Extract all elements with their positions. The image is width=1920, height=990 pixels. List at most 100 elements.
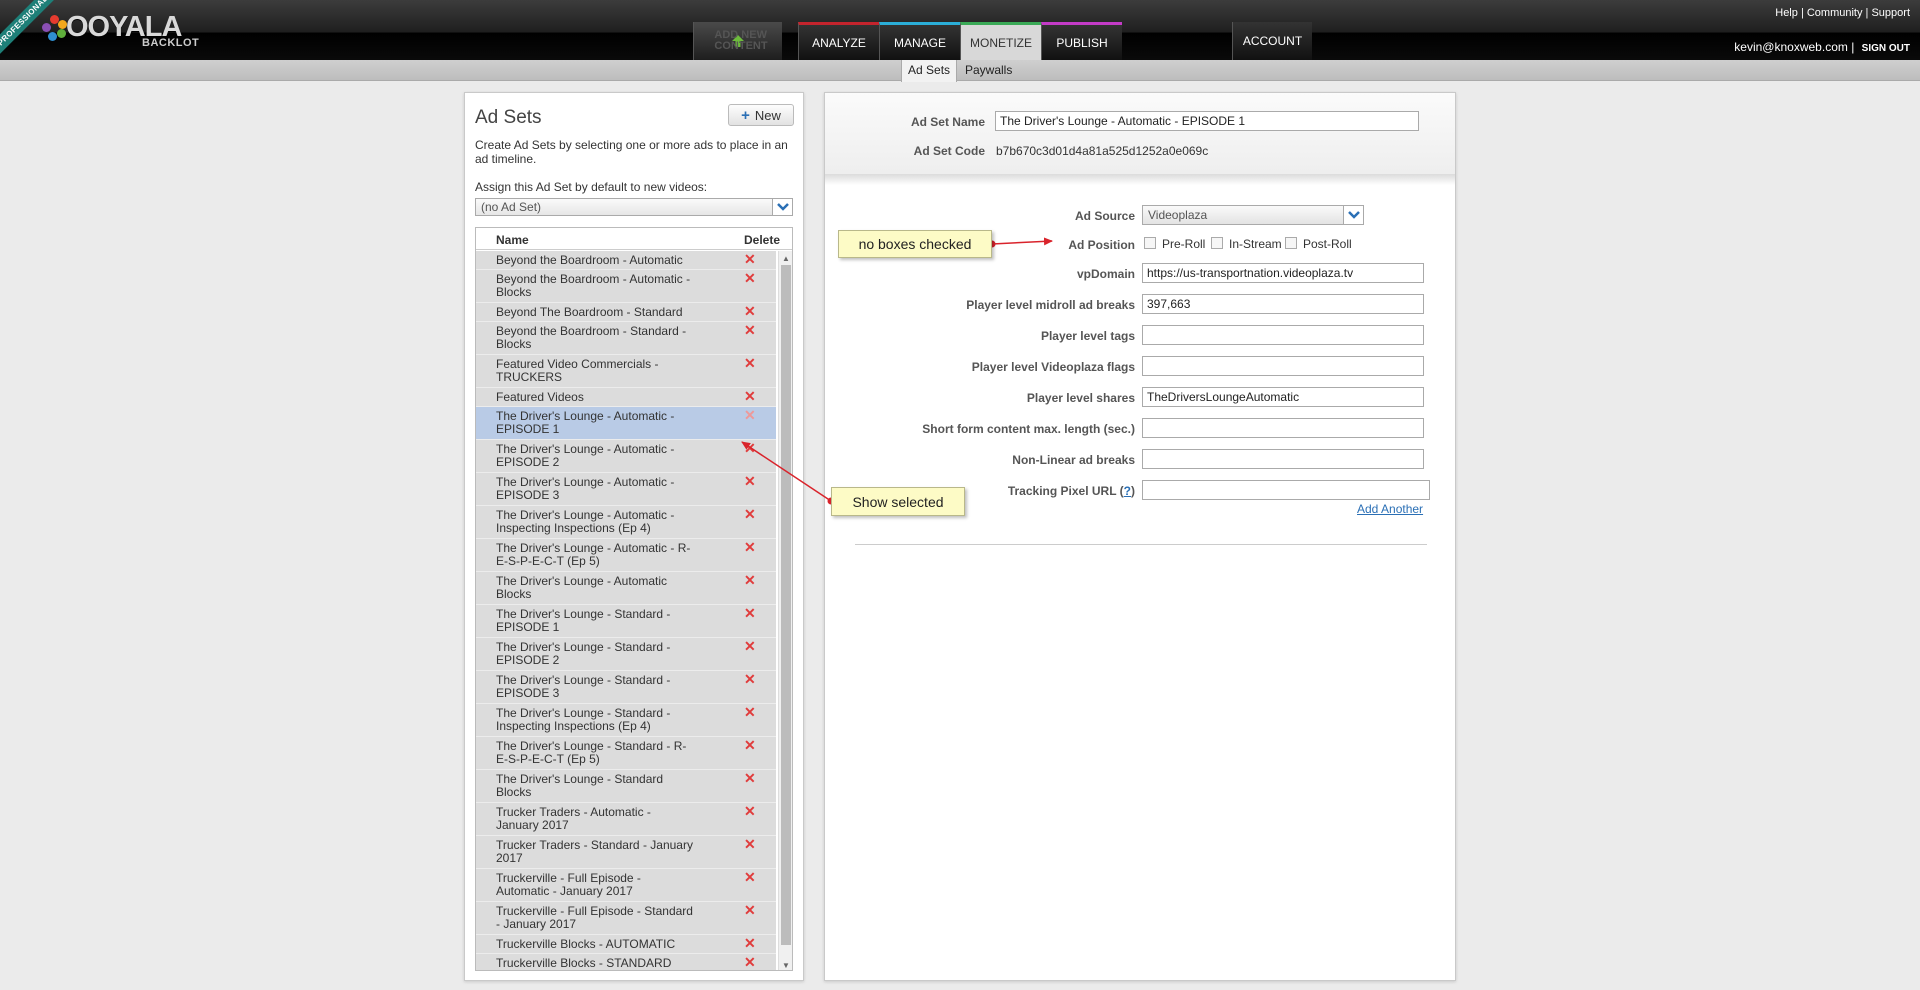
ad-source-select[interactable]: Videoplaza [1142, 205, 1364, 225]
vpdomain-input[interactable] [1142, 263, 1424, 283]
nav-publish[interactable]: PUBLISH [1041, 22, 1122, 60]
list-item[interactable]: Truckerville - Full Episode - Standard -… [476, 902, 776, 935]
delete-icon[interactable]: ✕ [744, 870, 756, 884]
divider [855, 544, 1427, 545]
list-item[interactable]: The Driver's Lounge - Automatic - EPISOD… [476, 440, 776, 473]
scroll-thumb[interactable] [781, 265, 791, 945]
delete-icon[interactable]: ✕ [744, 837, 756, 851]
delete-icon[interactable]: ✕ [744, 408, 756, 422]
delete-icon[interactable]: ✕ [744, 271, 756, 285]
list-item[interactable]: The Driver's Lounge - Automatic - R-E-S-… [476, 539, 776, 572]
delete-icon[interactable]: ✕ [744, 389, 756, 403]
delete-icon[interactable]: ✕ [744, 540, 756, 554]
list-item[interactable]: Featured Video Commercials - TRUCKERS ✕ [476, 355, 776, 388]
delete-icon[interactable]: ✕ [744, 304, 756, 318]
list-item-name: Truckerville - Full Episode - Standard -… [496, 904, 693, 931]
ad-set-code-label: Ad Set Code [913, 144, 985, 158]
community-link[interactable]: Community [1807, 7, 1863, 19]
list-item[interactable]: The Driver's Lounge - Automatic - EPISOD… [476, 473, 776, 506]
shares-input[interactable] [1142, 387, 1424, 407]
delete-icon[interactable]: ✕ [744, 738, 756, 752]
list-item-name: The Driver's Lounge - Automatic - EPISOD… [496, 409, 675, 436]
delete-icon[interactable]: ✕ [744, 771, 756, 785]
list-item-name: Beyond The Boardroom - Standard [496, 305, 683, 319]
list-item[interactable]: Truckerville - Full Episode - Automatic … [476, 869, 776, 902]
tab-paywalls[interactable]: Paywalls [959, 60, 1018, 82]
list-item[interactable]: Beyond the Boardroom - Automatic - Block… [476, 270, 776, 303]
help-question-link[interactable]: ? [1124, 484, 1131, 498]
list-item[interactable]: The Driver's Lounge - Standard Blocks ✕ [476, 770, 776, 803]
nav-manage[interactable]: MANAGE [879, 22, 960, 60]
logo-dots-icon [42, 15, 68, 41]
list-item-name: Beyond the Boardroom - Automatic [496, 253, 683, 267]
ad-sets-description: Create Ad Sets by selecting one or more … [475, 138, 788, 166]
nonlinear-input[interactable] [1142, 449, 1424, 469]
delete-icon[interactable]: ✕ [744, 252, 756, 266]
scroll-up-icon[interactable]: ▲ [779, 251, 792, 265]
column-header-delete: Delete [744, 233, 781, 247]
delete-icon[interactable]: ✕ [744, 705, 756, 719]
list-item[interactable]: The Driver's Lounge - Automatic - Inspec… [476, 506, 776, 539]
list-item[interactable]: Beyond the Boardroom - Automatic ✕ [476, 251, 776, 270]
in-stream-checkbox[interactable] [1211, 237, 1223, 249]
list-item-name: Trucker Traders - Automatic - January 20… [496, 805, 651, 832]
list-item[interactable]: Truckerville Blocks - AUTOMATIC ✕ [476, 935, 776, 954]
default-ad-set-select[interactable]: (no Ad Set) [475, 198, 793, 216]
tags-input[interactable] [1142, 325, 1424, 345]
delete-icon[interactable]: ✕ [744, 804, 756, 818]
delete-icon[interactable]: ✕ [744, 903, 756, 917]
delete-icon[interactable]: ✕ [744, 441, 756, 455]
list-item[interactable]: Truckerville Blocks - STANDARD ✕ [476, 954, 776, 970]
list-item[interactable]: The Driver's Lounge - Automatic Blocks ✕ [476, 572, 776, 605]
delete-icon[interactable]: ✕ [744, 323, 756, 337]
delete-icon[interactable]: ✕ [744, 474, 756, 488]
list-item[interactable]: The Driver's Lounge - Automatic - EPISOD… [476, 407, 776, 440]
list-item[interactable]: Trucker Traders - Automatic - January 20… [476, 803, 776, 836]
list-scrollbar[interactable]: ▲ ▼ [778, 251, 792, 970]
new-ad-set-button[interactable]: + New [728, 104, 794, 126]
ooyala-logo[interactable]: PROFESSIONAL OOYALA BACKLOT [0, 0, 199, 60]
chevron-down-icon[interactable] [1343, 206, 1363, 224]
flags-input[interactable] [1142, 356, 1424, 376]
list-item[interactable]: Trucker Traders - Standard - January 201… [476, 836, 776, 869]
tracking-pixel-input[interactable] [1142, 480, 1430, 500]
logo-subtitle: BACKLOT [142, 37, 200, 49]
tab-ad-sets[interactable]: Ad Sets [901, 60, 958, 82]
list-item[interactable]: The Driver's Lounge - Standard - EPISODE… [476, 638, 776, 671]
list-item[interactable]: Featured Videos ✕ [476, 388, 776, 407]
support-link[interactable]: Support [1871, 7, 1910, 19]
midroll-input[interactable] [1142, 294, 1424, 314]
list-item-name: Truckerville Blocks - AUTOMATIC [496, 937, 676, 951]
delete-icon[interactable]: ✕ [744, 606, 756, 620]
pre-roll-checkbox[interactable] [1144, 237, 1156, 249]
delete-icon[interactable]: ✕ [744, 507, 756, 521]
nav-monetize[interactable]: MONETIZE [960, 22, 1041, 60]
add-content-label: CONTENT [714, 40, 768, 52]
delete-icon[interactable]: ✕ [744, 573, 756, 587]
nav-account[interactable]: ACCOUNT [1232, 22, 1312, 60]
delete-icon[interactable]: ✕ [744, 672, 756, 686]
shortform-input[interactable] [1142, 418, 1424, 438]
list-item[interactable]: The Driver's Lounge - Standard - Inspect… [476, 704, 776, 737]
list-item[interactable]: The Driver's Lounge - Standard - EPISODE… [476, 671, 776, 704]
delete-icon[interactable]: ✕ [744, 639, 756, 653]
add-another-link[interactable]: Add Another [1357, 502, 1423, 516]
nav-analyze[interactable]: ANALYZE [798, 22, 879, 60]
ad-set-name-input[interactable] [995, 111, 1419, 131]
list-item[interactable]: The Driver's Lounge - Standard - R-E-S-P… [476, 737, 776, 770]
list-item[interactable]: Beyond The Boardroom - Standard ✕ [476, 303, 776, 322]
delete-icon[interactable]: ✕ [744, 356, 756, 370]
post-roll-checkbox[interactable] [1285, 237, 1297, 249]
list-item[interactable]: The Driver's Lounge - Standard - EPISODE… [476, 605, 776, 638]
list-item-name: Trucker Traders - Standard - January 201… [496, 838, 693, 865]
sign-out-link[interactable]: SIGN OUT [1862, 43, 1910, 54]
scroll-down-icon[interactable]: ▼ [779, 958, 792, 970]
add-new-content-button[interactable]: ADD NEW CONTENT [693, 22, 782, 60]
delete-icon[interactable]: ✕ [744, 936, 756, 950]
chevron-down-icon[interactable] [772, 199, 792, 215]
delete-icon[interactable]: ✕ [744, 955, 756, 969]
help-link[interactable]: Help [1775, 7, 1798, 19]
post-roll-label: Post-Roll [1303, 237, 1352, 251]
list-item[interactable]: Beyond the Boardroom - Standard - Blocks… [476, 322, 776, 355]
list-item-name: The Driver's Lounge - Automatic Blocks [496, 574, 668, 601]
